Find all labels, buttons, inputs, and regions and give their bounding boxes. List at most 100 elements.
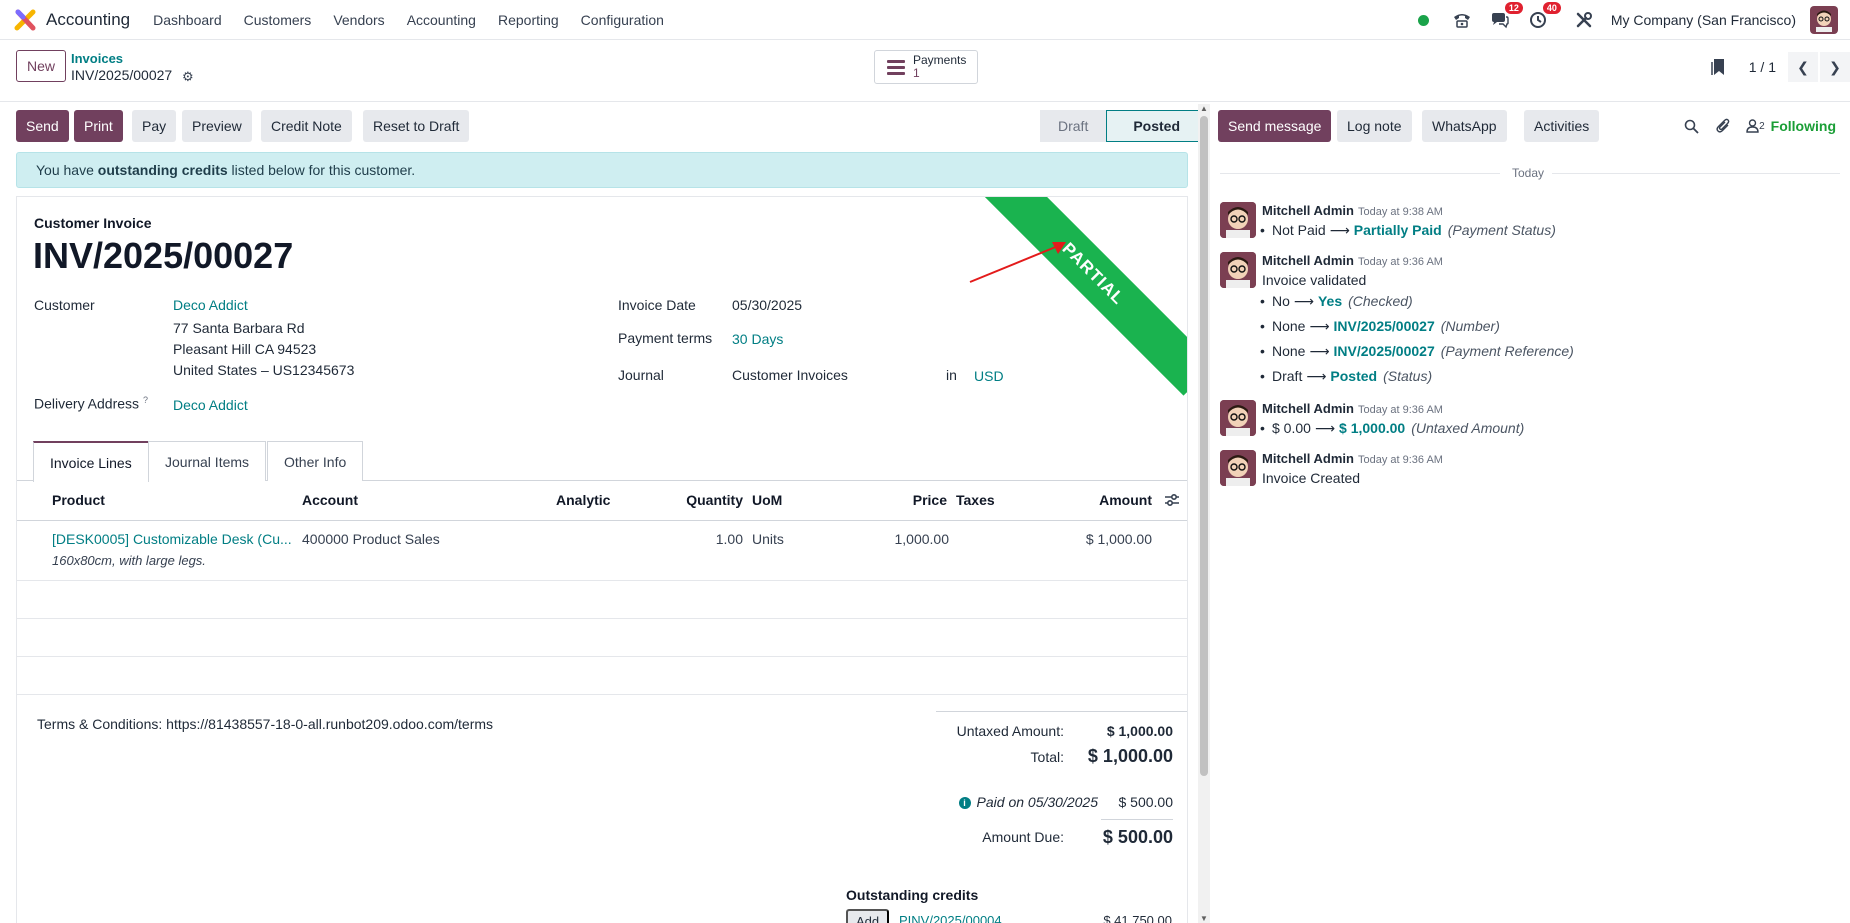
empty-row	[17, 619, 1187, 657]
journal-field[interactable]: Customer Invoices	[732, 367, 848, 383]
avatar[interactable]	[1220, 252, 1256, 288]
tab-journal-items[interactable]: Journal Items	[148, 441, 267, 481]
app-name[interactable]: Accounting	[46, 10, 130, 30]
pager-previous-button[interactable]: ❮	[1788, 52, 1818, 82]
line-product[interactable]: [DESK0005] Customizable Desk (Cu...	[52, 531, 292, 547]
author-name[interactable]: Mitchell Admin	[1262, 451, 1354, 466]
menu-customers[interactable]: Customers	[233, 12, 323, 28]
paperclip-icon[interactable]	[1714, 117, 1732, 135]
day-label: Today	[1512, 166, 1545, 180]
tracked-field: (Payment Reference)	[1440, 343, 1574, 359]
menu-configuration[interactable]: Configuration	[570, 12, 675, 28]
delivery-address-link[interactable]: Deco Addict	[173, 397, 248, 413]
new-button[interactable]: New	[16, 50, 67, 82]
avatar[interactable]	[1220, 450, 1256, 486]
menu-reporting[interactable]: Reporting	[487, 12, 570, 28]
send-button[interactable]: Send	[16, 110, 69, 142]
payments-label: Payments	[913, 53, 967, 67]
scroll-up-arrow[interactable]: ▲	[1200, 104, 1208, 113]
activities-button[interactable]: Activities	[1524, 110, 1600, 142]
status-draft[interactable]: Draft	[1040, 110, 1107, 142]
pager-next-button[interactable]: ❯	[1820, 52, 1850, 82]
author-name[interactable]: Mitchell Admin	[1262, 253, 1354, 268]
phone-icon[interactable]	[1451, 9, 1473, 31]
customer-link[interactable]: Deco Addict	[173, 297, 248, 313]
credit-note-button[interactable]: Credit Note	[261, 110, 352, 142]
send-message-button[interactable]: Send message	[1218, 110, 1332, 142]
delivery-tooltip[interactable]: ?	[143, 395, 148, 405]
message-body: Invoice validated	[1262, 272, 1367, 288]
long-arrow-right-icon: ⟶	[1314, 420, 1336, 436]
whatsapp-button[interactable]: WhatsApp	[1422, 110, 1507, 142]
outstanding-credit-amount: $ 41,750.00	[1103, 913, 1172, 923]
log-note-button[interactable]: Log note	[1337, 110, 1412, 142]
debug-tools-icon[interactable]	[1573, 9, 1595, 31]
pager-value[interactable]: 1 / 1	[1749, 59, 1776, 75]
invoice-number: INV/2025/00027	[33, 235, 294, 276]
col-price[interactable]: Price	[913, 492, 947, 508]
info-icon[interactable]: i	[958, 797, 971, 809]
col-product[interactable]: Product	[52, 492, 105, 508]
avatar[interactable]	[1220, 400, 1256, 436]
line-quantity[interactable]: 1.00	[716, 531, 743, 547]
search-icon[interactable]	[1682, 117, 1700, 135]
gear-icon[interactable]: ⚙	[182, 69, 194, 85]
col-quantity[interactable]: Quantity	[686, 492, 743, 508]
preview-button[interactable]: Preview	[182, 110, 252, 142]
following-button[interactable]: Following	[1771, 118, 1836, 134]
author-name[interactable]: Mitchell Admin	[1262, 401, 1354, 416]
company-switcher[interactable]: My Company (San Francisco)	[1611, 12, 1796, 28]
menu-dashboard[interactable]: Dashboard	[142, 12, 233, 28]
bookmark-icon[interactable]	[1711, 58, 1725, 76]
col-taxes[interactable]: Taxes	[956, 492, 995, 508]
print-button[interactable]: Print	[74, 110, 123, 142]
payment-terms-field[interactable]: 30 Days	[732, 331, 783, 347]
invoice-date-field[interactable]: 05/30/2025	[732, 297, 802, 313]
user-avatar[interactable]	[1810, 6, 1838, 34]
long-arrow-right-icon: ⟶	[1293, 293, 1314, 309]
paid-on-label[interactable]: i Paid on 05/30/2025	[958, 794, 1098, 810]
col-amount[interactable]: Amount	[1099, 492, 1152, 508]
delivery-label-text: Delivery Address	[34, 395, 140, 412]
followers-count: 2	[1759, 120, 1765, 132]
untaxed-amount-value: $ 1,000.00	[1106, 723, 1173, 739]
col-account[interactable]: Account	[302, 492, 358, 508]
activities-clock-icon[interactable]: 40	[1527, 2, 1561, 31]
paid-on-text: Paid on 05/30/2025	[976, 794, 1098, 810]
payments-smart-button[interactable]: Payments 1	[874, 50, 978, 84]
line-uom[interactable]: Units	[752, 531, 784, 547]
table-row[interactable]: [DESK0005] Customizable Desk (Cu... 160x…	[17, 521, 1187, 581]
form-scrollbar[interactable]: ▲ ▼	[1198, 104, 1210, 923]
col-analytic[interactable]: Analytic	[556, 492, 610, 508]
breadcrumb-invoices[interactable]: Invoices	[71, 51, 123, 66]
menu-vendors[interactable]: Vendors	[322, 12, 395, 28]
address-line1: 77 Santa Barbara Rd	[173, 320, 305, 336]
scrollbar-thumb[interactable]	[1200, 116, 1208, 776]
chevron-left-icon: ❮	[1797, 58, 1809, 75]
tracked-field: (Checked)	[1348, 293, 1413, 309]
author-name[interactable]: Mitchell Admin	[1262, 203, 1354, 218]
tab-invoice-lines[interactable]: Invoice Lines	[33, 441, 149, 482]
messages-icon[interactable]: 12	[1489, 2, 1523, 31]
old-value: No	[1272, 293, 1290, 309]
pay-button[interactable]: Pay	[132, 110, 177, 142]
currency-field[interactable]: USD	[974, 368, 1004, 384]
partial-ribbon: PARTIAL	[971, 197, 1187, 396]
new-value: Yes	[1317, 293, 1343, 309]
line-account[interactable]: 400000 Product Sales	[302, 531, 440, 547]
status-posted[interactable]: Posted	[1106, 110, 1200, 142]
app-logo-icon[interactable]	[14, 9, 36, 31]
avatar[interactable]	[1220, 202, 1256, 238]
menu-accounting[interactable]: Accounting	[396, 12, 487, 28]
optional-columns-icon[interactable]	[1164, 493, 1180, 510]
line-price[interactable]: 1,000.00	[895, 531, 950, 547]
scroll-down-arrow[interactable]: ▼	[1200, 914, 1208, 923]
add-outstanding-credit-button[interactable]: Add	[846, 909, 890, 923]
col-uom[interactable]: UoM	[752, 492, 782, 508]
line-description[interactable]: 160x80cm, with large legs.	[52, 553, 206, 568]
top-navbar: Accounting Dashboard Customers Vendors A…	[0, 0, 1850, 40]
reset-to-draft-button[interactable]: Reset to Draft	[363, 110, 470, 142]
tab-other-info[interactable]: Other Info	[267, 441, 364, 481]
followers-icon[interactable]: 2	[1746, 117, 1765, 135]
outstanding-credit-ref[interactable]: PINV/2025/00004	[899, 913, 1002, 923]
